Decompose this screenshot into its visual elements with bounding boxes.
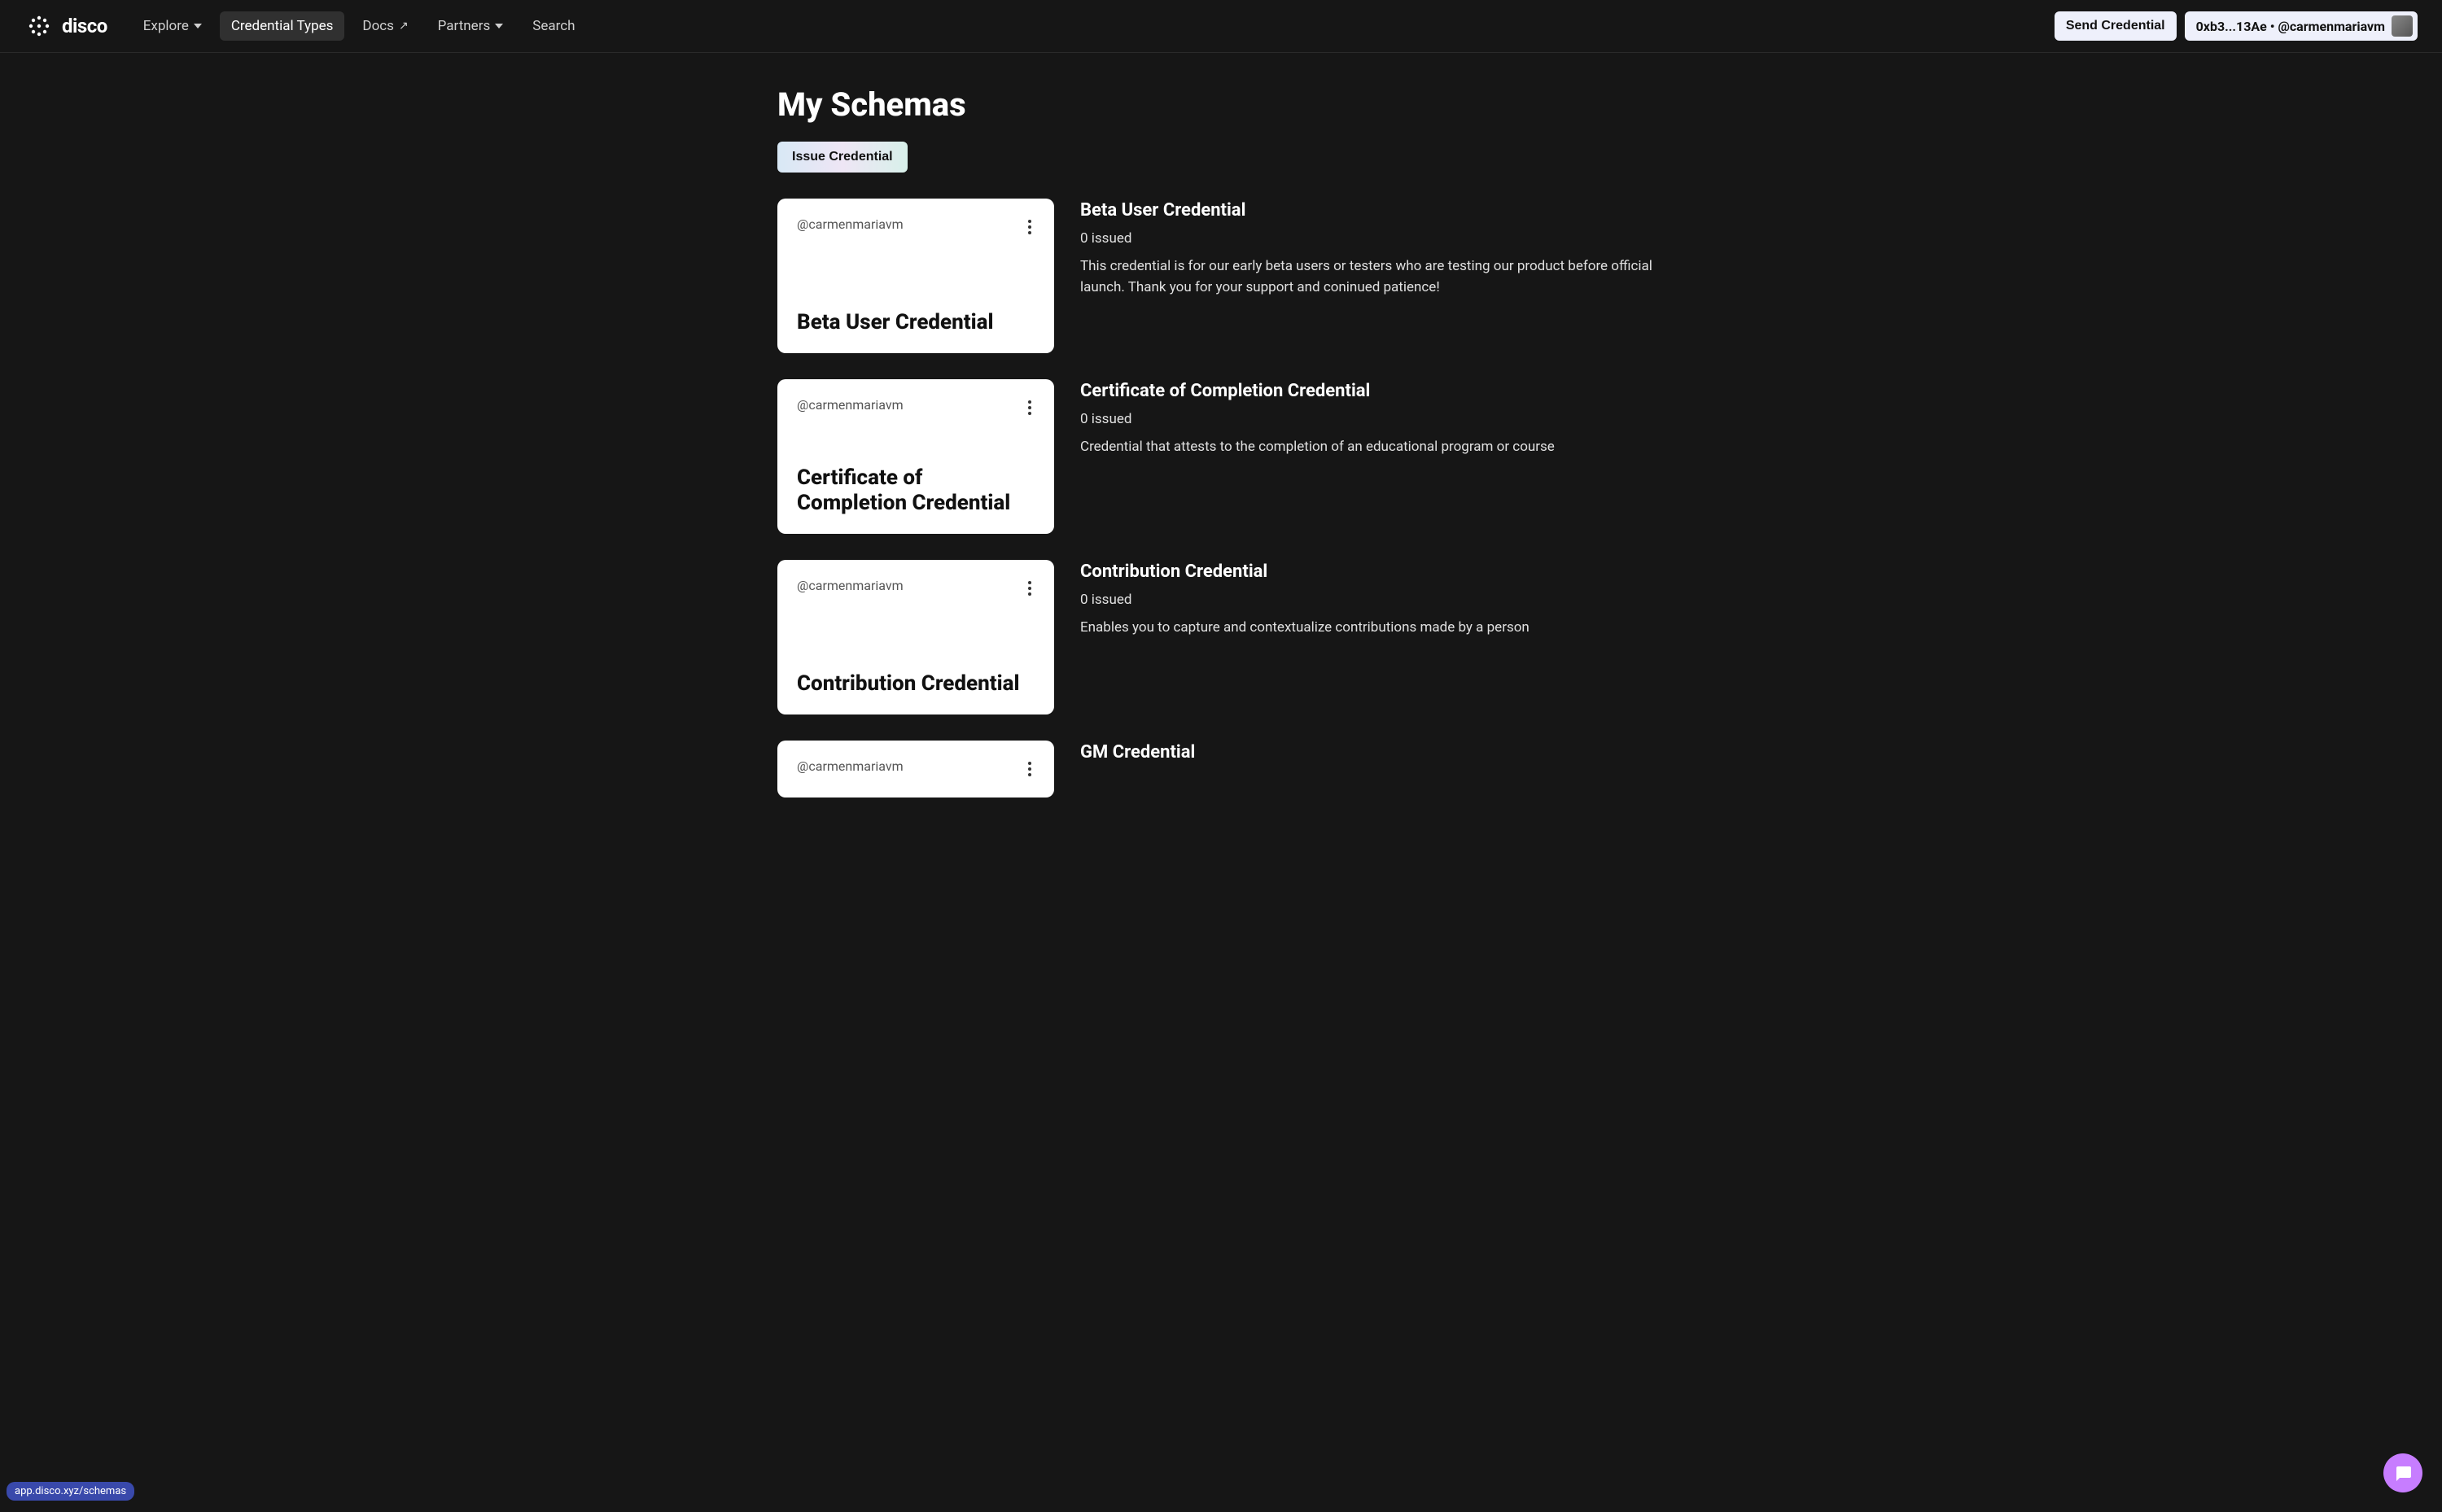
nav-credential-types-label: Credential Types	[231, 18, 334, 34]
card-handle: @carmenmariavm	[797, 578, 904, 593]
card-title: Contribution Credential	[797, 671, 1035, 697]
nav-search-label: Search	[532, 18, 575, 34]
schema-row: @carmenmariavm GM Credential	[777, 741, 1665, 798]
detail-title: Certificate of Completion Credential	[1080, 381, 1665, 401]
schema-row: @carmenmariavm Contribution Credential C…	[777, 560, 1665, 714]
detail-issued-count: 0 issued	[1080, 411, 1665, 427]
account-menu[interactable]: 0xb3...13Ae • @carmenmariavm	[2185, 11, 2418, 41]
page-title: My Schemas	[777, 85, 1665, 124]
brand-name: disco	[62, 15, 107, 37]
detail-description: Enables you to capture and contextualize…	[1080, 618, 1665, 639]
nav-partners[interactable]: Partners	[427, 11, 515, 41]
send-credential-button[interactable]: Send Credential	[2055, 11, 2177, 41]
main-content: My Schemas Issue Credential @carmenmaria…	[777, 53, 1665, 872]
schema-card[interactable]: @carmenmariavm Certificate of Completion…	[777, 379, 1054, 534]
chevron-down-icon	[194, 24, 202, 28]
schema-detail: Beta User Credential 0 issued This crede…	[1080, 199, 1665, 353]
schema-detail: Certificate of Completion Credential 0 i…	[1080, 379, 1665, 534]
schema-detail: Contribution Credential 0 issued Enables…	[1080, 560, 1665, 714]
status-url: app.disco.xyz/schemas	[7, 1482, 134, 1501]
detail-title: Beta User Credential	[1080, 200, 1665, 221]
detail-title: Contribution Credential	[1080, 562, 1665, 582]
disco-logo-icon	[24, 11, 54, 41]
nav-credential-types[interactable]: Credential Types	[220, 11, 345, 41]
chevron-down-icon	[495, 24, 503, 28]
nav-search[interactable]: Search	[521, 11, 586, 41]
issue-credential-button[interactable]: Issue Credential	[777, 142, 908, 173]
nav-explore[interactable]: Explore	[132, 11, 213, 41]
schema-row: @carmenmariavm Certificate of Completion…	[777, 379, 1665, 534]
detail-issued-count: 0 issued	[1080, 592, 1665, 608]
nav-docs[interactable]: Docs ↗	[351, 11, 419, 41]
chat-icon	[2393, 1463, 2413, 1483]
card-title: Beta User Credential	[797, 310, 1035, 335]
card-title: Certificate of Completion Credential	[797, 465, 1035, 516]
nav-links: Explore Credential Types Docs ↗ Partners…	[132, 11, 587, 41]
nav-docs-label: Docs	[362, 18, 394, 34]
external-link-icon: ↗	[399, 20, 409, 33]
account-label: 0xb3...13Ae • @carmenmariavm	[2196, 19, 2385, 34]
detail-issued-count: 0 issued	[1080, 230, 1665, 247]
top-nav: disco Explore Credential Types Docs ↗ Pa…	[0, 0, 2442, 53]
avatar	[2392, 15, 2413, 37]
brand-logo[interactable]: disco	[24, 11, 107, 41]
nav-explore-label: Explore	[143, 18, 189, 34]
card-handle: @carmenmariavm	[797, 758, 904, 774]
schema-card[interactable]: @carmenmariavm Contribution Credential	[777, 560, 1054, 714]
detail-description: This credential is for our early beta us…	[1080, 256, 1665, 298]
nav-partners-label: Partners	[438, 18, 491, 34]
more-options-icon[interactable]	[1025, 397, 1035, 418]
schema-row: @carmenmariavm Beta User Credential Beta…	[777, 199, 1665, 353]
schema-card[interactable]: @carmenmariavm Beta User Credential	[777, 199, 1054, 353]
more-options-icon[interactable]	[1025, 216, 1035, 238]
card-handle: @carmenmariavm	[797, 216, 904, 232]
more-options-icon[interactable]	[1025, 578, 1035, 599]
more-options-icon[interactable]	[1025, 758, 1035, 780]
detail-title: GM Credential	[1080, 742, 1665, 763]
schema-detail: GM Credential	[1080, 741, 1665, 798]
card-handle: @carmenmariavm	[797, 397, 904, 413]
chat-button[interactable]	[2383, 1453, 2422, 1492]
schema-card[interactable]: @carmenmariavm	[777, 741, 1054, 798]
detail-description: Credential that attests to the completio…	[1080, 437, 1665, 458]
nav-right: Send Credential 0xb3...13Ae • @carmenmar…	[2055, 11, 2418, 41]
